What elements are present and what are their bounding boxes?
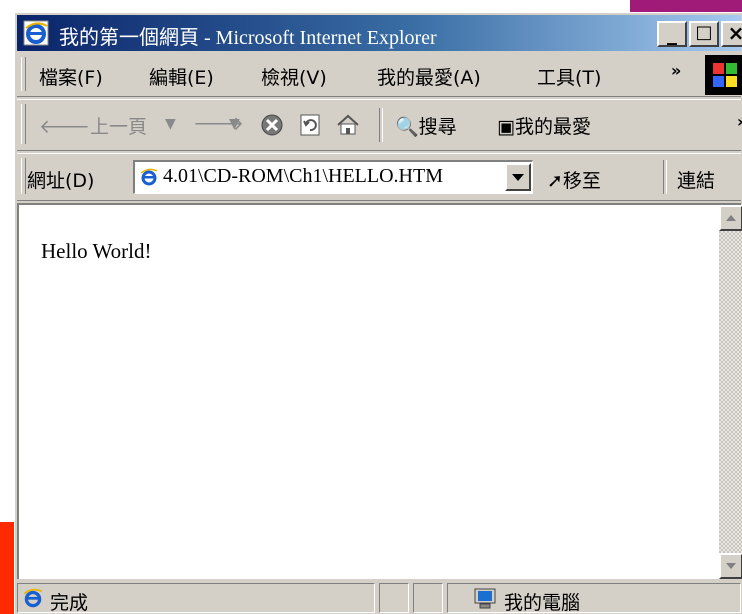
close-button[interactable]: × — [721, 21, 742, 47]
toolbar-chevron[interactable]: › — [737, 112, 742, 131]
toolbar-separator — [379, 108, 383, 142]
address-dropdown-button[interactable] — [505, 163, 531, 191]
page-icon — [140, 168, 158, 186]
toolbar-grip[interactable] — [21, 104, 26, 144]
address-label: 網址(D) — [27, 170, 95, 192]
links-button[interactable]: 連結 — [677, 166, 715, 193]
status-text: 完成 — [50, 592, 89, 614]
favorites-button[interactable]: ▣我的最愛 — [497, 112, 591, 139]
search-icon: 🔍 — [395, 116, 419, 138]
computer-icon — [474, 588, 496, 609]
forward-dropdown-icon[interactable]: ▼ — [229, 116, 240, 132]
menu-file[interactable]: 檔案(F) — [39, 63, 103, 90]
go-arrow-icon: ➚ — [547, 170, 563, 192]
back-label: 上一頁 — [89, 116, 147, 138]
menu-view[interactable]: 檢視(V) — [261, 63, 327, 90]
menu-favorites[interactable]: 我的最愛(A) — [377, 63, 481, 90]
menu-edit[interactable]: 編輯(E) — [149, 63, 214, 90]
status-zone-pane: 我的電腦 — [447, 583, 741, 614]
favorites-icon: ▣ — [497, 116, 515, 138]
address-bar: 網址(D) 4.01\CD-ROM\Ch1\HELLO.HTM ➚移至 連結 — [17, 153, 741, 201]
zone-text: 我的電腦 — [504, 592, 581, 614]
addressbar-grip[interactable] — [21, 158, 26, 194]
window-title: 我的第一個網頁 - Microsoft Internet Explorer — [59, 27, 437, 49]
scroll-up-button[interactable] — [719, 205, 742, 231]
page-text: Hello World! — [41, 239, 152, 263]
ie-logo-icon — [23, 20, 49, 46]
menu-tools[interactable]: 工具(T) — [537, 63, 601, 90]
address-value: 4.01\CD-ROM\Ch1\HELLO.HTM — [163, 165, 443, 187]
go-button[interactable]: ➚移至 — [547, 166, 601, 193]
scroll-down-button[interactable] — [719, 553, 742, 579]
back-button[interactable]: 🡐上一頁 — [39, 112, 147, 139]
status-pane-secure — [413, 583, 443, 613]
browser-window: 我的第一個網頁 - Microsoft Internet Explorer _ … — [14, 12, 742, 614]
links-separator — [663, 160, 667, 194]
back-arrow-icon: 🡐 — [39, 116, 90, 138]
menu-bar: 檔案(F) 編輯(E) 檢視(V) 我的最愛(A) 工具(T) » — [17, 53, 742, 97]
windows-logo-icon — [705, 55, 742, 95]
refresh-icon[interactable] — [297, 112, 323, 138]
background-magenta-bar — [630, 0, 742, 12]
menubar-grip[interactable] — [21, 57, 26, 91]
menubar-chevron[interactable]: » — [671, 61, 681, 80]
maximize-button[interactable]: □ — [689, 21, 719, 47]
standard-toolbar: 🡐上一頁 ▼ 🡒 ▼ 🔍搜尋 ▣我的最愛 › — [17, 99, 742, 151]
status-page-icon — [23, 588, 43, 608]
content-pane[interactable]: Hello World! — [17, 203, 742, 579]
status-bar: 完成 我的電腦 — [17, 581, 741, 614]
home-icon[interactable] — [335, 112, 361, 138]
search-button[interactable]: 🔍搜尋 — [395, 112, 457, 139]
address-input[interactable]: 4.01\CD-ROM\Ch1\HELLO.HTM — [133, 160, 533, 194]
title-bar[interactable]: 我的第一個網頁 - Microsoft Internet Explorer _ … — [17, 15, 742, 51]
search-label: 搜尋 — [418, 116, 457, 138]
minimize-button[interactable]: _ — [657, 21, 687, 47]
back-dropdown-icon[interactable]: ▼ — [165, 116, 176, 132]
status-main-pane: 完成 — [17, 583, 375, 614]
status-pane-progress — [379, 583, 409, 613]
background-red-bar — [0, 522, 14, 614]
go-label: 移至 — [562, 170, 601, 192]
vertical-scrollbar[interactable] — [719, 205, 742, 579]
favorites-label: 我的最愛 — [514, 116, 591, 138]
stop-icon[interactable] — [259, 112, 285, 138]
